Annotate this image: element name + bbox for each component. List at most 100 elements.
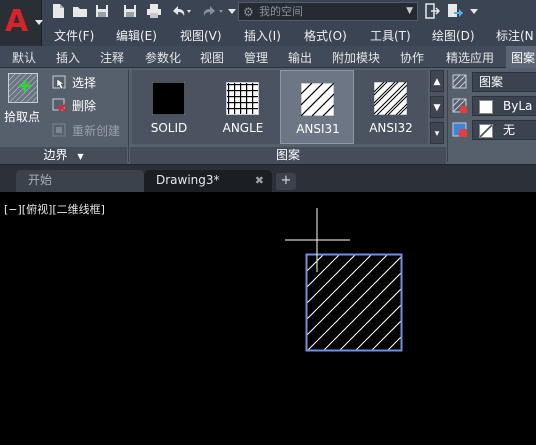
menu-dimension[interactable]: 标注(N [496, 27, 534, 44]
pick-points-icon [8, 73, 38, 103]
ribbon-panel: 拾取点 选择 删除 重新创建 边界 ▼ SOLID ANGLE ANSI31 A… [0, 68, 536, 164]
hatch-type-icon [452, 74, 468, 90]
boundary-panel-title[interactable]: 边界 ▼ [0, 147, 127, 164]
drawing-canvas[interactable]: [−][俯视][二维线框] [0, 192, 536, 445]
select-boundary-label: 选择 [72, 76, 97, 90]
pattern-solid[interactable]: SOLID [132, 70, 206, 144]
autocad-logo-letter: A [5, 4, 29, 37]
pick-points-label: 拾取点 [4, 110, 41, 124]
tab-annotate[interactable]: 注释 [100, 49, 124, 66]
redo-icon[interactable] [202, 3, 223, 19]
save-icon[interactable] [94, 3, 110, 19]
ansi32-swatch-icon [373, 81, 408, 116]
pattern-panel-title: 图案 [130, 147, 446, 164]
background-color-value: 无 [503, 123, 516, 137]
open-folder-icon[interactable] [72, 3, 88, 19]
hatch-type-row: 图案 [452, 72, 536, 92]
gallery-scroll-up-icon[interactable]: ▲ [430, 70, 444, 92]
pattern-angle[interactable]: ANGLE [206, 70, 280, 144]
gallery-scroll-down-icon[interactable]: ▼ [430, 96, 444, 118]
gallery-scroller: ▲ ▼ ▾ [430, 70, 444, 144]
tab-default[interactable]: 默认 [12, 49, 36, 66]
tab-parametric[interactable]: 参数化 [145, 49, 181, 66]
tab-addins[interactable]: 附加模块 [332, 49, 380, 66]
hatch-color-row: ByLa [452, 96, 536, 116]
plus-icon: + [280, 173, 292, 188]
share-icon[interactable] [424, 3, 441, 19]
ansi31-swatch-icon [300, 82, 335, 117]
autocad-logo-icon: A [5, 4, 29, 37]
tab-manage[interactable]: 管理 [244, 49, 268, 66]
tab-drawing3-label: Drawing3* [156, 173, 220, 187]
delete-boundary-button[interactable]: 删除 [52, 96, 132, 116]
tab-insert[interactable]: 插入 [56, 49, 80, 66]
pick-points-button[interactable]: 拾取点 [4, 72, 46, 124]
more-arrow-icon[interactable] [470, 5, 478, 21]
menu-edit[interactable]: 编辑(E) [116, 27, 157, 44]
delete-boundary-label: 删除 [72, 99, 97, 113]
menu-tools[interactable]: 工具(T) [370, 27, 411, 44]
ribbon-tab-bar: 默认 插入 注释 参数化 视图 管理 输出 附加模块 协作 精选应用 图案 [0, 46, 536, 68]
new-tab-button[interactable]: + [276, 173, 296, 190]
hatch-type-select[interactable]: 图案 [472, 72, 536, 92]
solid-swatch-icon [151, 81, 186, 116]
background-color-icon [452, 122, 468, 138]
pattern-ansi31-label: ANSI31 [296, 122, 340, 136]
hatch-color-select[interactable]: ByLa [472, 96, 536, 116]
close-icon[interactable]: ✖ [255, 170, 264, 191]
workspace-selector[interactable]: ⚙ 我的空间 ▼ [238, 2, 418, 21]
undo-icon[interactable] [170, 3, 191, 19]
recreate-boundary-icon [52, 123, 66, 137]
menu-bar: 文件(F) 编辑(E) 视图(V) 插入(I) 格式(O) 工具(T) 绘图(D… [42, 24, 536, 46]
save-as-icon[interactable] [122, 3, 138, 19]
panel-separator [447, 70, 448, 162]
tab-view[interactable]: 视图 [200, 49, 224, 66]
file-tab-bar: 开始 Drawing3* ✖ + [0, 164, 536, 193]
panel-expand-icon: ▼ [77, 152, 84, 161]
crosshair-cursor [285, 208, 350, 272]
recreate-boundary-button[interactable]: 重新创建 [52, 121, 132, 141]
panel-separator [128, 70, 129, 162]
menu-view[interactable]: 视图(V) [180, 27, 222, 44]
workspace-dropdown-arrow-icon[interactable] [228, 5, 236, 21]
menu-draw[interactable]: 绘图(D) [432, 27, 475, 44]
chevron-down-icon: ▼ [406, 6, 413, 16]
angle-swatch-icon [225, 81, 260, 116]
remove-boundary-icon [52, 98, 66, 112]
hatch-color-value: ByLa [503, 99, 533, 113]
select-objects-icon [52, 75, 66, 90]
tab-drawing3[interactable]: Drawing3* ✖ [144, 170, 272, 193]
pattern-ansi31[interactable]: ANSI31 [280, 70, 354, 144]
pattern-ansi32[interactable]: ANSI32 [354, 70, 428, 144]
tab-start-label: 开始 [28, 173, 53, 187]
background-color-select[interactable]: 无 [472, 120, 536, 140]
pattern-solid-label: SOLID [150, 121, 188, 135]
pattern-angle-label: ANGLE [222, 121, 264, 135]
menu-insert[interactable]: 插入(I) [244, 27, 281, 44]
boundary-panel-title-text: 边界 [43, 148, 68, 162]
recreate-boundary-label: 重新创建 [72, 124, 121, 138]
application-menu-button[interactable]: A [0, 0, 43, 46]
menu-file[interactable]: 文件(F) [54, 27, 94, 44]
gear-icon: ⚙ [243, 5, 254, 19]
tab-collaborate[interactable]: 协作 [400, 49, 424, 66]
pattern-panel-title-text: 图案 [275, 148, 300, 162]
no-color-chip-icon [479, 123, 493, 138]
tab-hatch[interactable]: 图案 [506, 46, 536, 68]
pattern-gallery: SOLID ANGLE ANSI31 ANSI32 [132, 70, 428, 144]
select-boundary-button[interactable]: 选择 [52, 73, 132, 93]
menu-format[interactable]: 格式(O) [304, 27, 347, 44]
background-color-row: 无 [452, 120, 536, 140]
tab-featured-apps[interactable]: 精选应用 [446, 49, 494, 66]
hatch-color-icon [452, 98, 468, 114]
tab-output[interactable]: 输出 [288, 49, 312, 66]
gallery-expand-icon[interactable]: ▾ [430, 122, 444, 144]
title-bar: ⚙ 我的空间 ▼ [0, 0, 536, 24]
color-chip-icon [479, 99, 493, 114]
publish-icon[interactable] [446, 3, 463, 19]
tab-start[interactable]: 开始 [16, 170, 144, 193]
new-file-icon[interactable] [50, 3, 66, 19]
workspace-selector-text: 我的空间 [259, 5, 303, 18]
pattern-ansi32-label: ANSI32 [369, 121, 413, 135]
print-icon[interactable] [146, 3, 162, 19]
